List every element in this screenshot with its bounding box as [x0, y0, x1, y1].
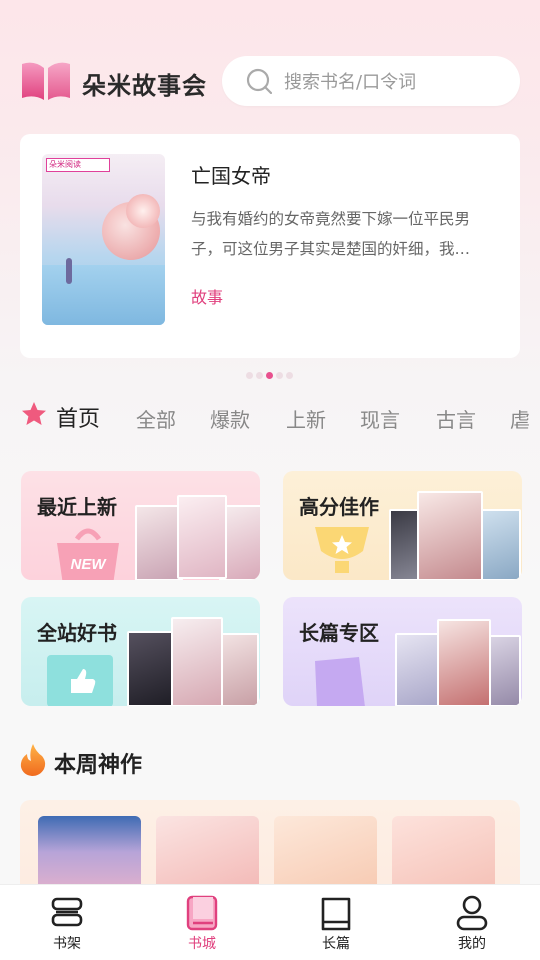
category-label: 最近上新	[37, 495, 117, 519]
nav-label: 长篇	[322, 936, 350, 952]
search-input[interactable]: 搜索书名/口令词	[222, 56, 520, 106]
category-label: 全站好书	[37, 621, 117, 645]
category-site-best[interactable]: 全站好书	[21, 597, 260, 706]
cover-brand-logo: 朵米阅读	[46, 158, 110, 172]
tab-hot[interactable]: 爆款	[210, 404, 250, 433]
carousel-indicator	[246, 372, 293, 379]
star-icon	[22, 402, 46, 425]
book-icon	[315, 657, 365, 706]
nav-label: 书架	[53, 936, 81, 952]
tab-angst[interactable]: 虐	[510, 404, 530, 433]
featured-book-tag[interactable]: 故事	[191, 284, 223, 308]
featured-book-card[interactable]: 朵米阅读 亡国女帝 与我有婚约的女帝竟然要下嫁一位平民男子，可这位男子其实是楚国…	[20, 134, 520, 358]
carousel-dot[interactable]	[256, 372, 263, 379]
book-cover	[135, 505, 183, 580]
nav-label: 书城	[188, 936, 216, 952]
book-cover	[171, 617, 223, 706]
cover-figure	[66, 258, 72, 284]
new-bag-icon: NEW	[57, 528, 119, 580]
featured-book-description: 与我有婚约的女帝竟然要下嫁一位平民男子，可这位男子其实是楚国的奸细，我…	[191, 210, 471, 258]
book-cover	[417, 491, 483, 580]
cover-sea	[42, 265, 165, 325]
search-icon	[246, 68, 272, 94]
app-title: 朵米故事会	[82, 72, 207, 100]
tab-all[interactable]: 全部	[136, 404, 176, 433]
svg-text:NEW: NEW	[71, 556, 108, 573]
nav-long-novels[interactable]: 长篇	[296, 895, 376, 953]
featured-book-title[interactable]: 亡国女帝	[191, 160, 271, 189]
carousel-dot[interactable]	[246, 372, 253, 379]
search-placeholder: 搜索书名/口令词	[284, 72, 417, 93]
thumbs-up-icon	[47, 655, 113, 706]
category-label: 长篇专区	[299, 621, 379, 645]
category-recent-new[interactable]: 最近上新 NEW	[21, 471, 260, 580]
category-high-score[interactable]: 高分佳作	[283, 471, 522, 580]
bottom-navigation: 书架 书城 长篇 我的	[0, 884, 540, 960]
tab-home[interactable]: 首页	[56, 401, 100, 433]
carousel-dot-active[interactable]	[266, 372, 273, 379]
book-cover	[479, 509, 521, 580]
book-cover	[177, 495, 227, 579]
nav-bookshelf[interactable]: 书架	[27, 895, 107, 953]
carousel-dot[interactable]	[286, 372, 293, 379]
book-icon	[321, 897, 351, 931]
fire-icon	[20, 744, 46, 776]
trophy-icon	[315, 527, 369, 573]
category-long-novels[interactable]: 长篇专区	[283, 597, 522, 706]
tab-new[interactable]: 上新	[286, 404, 326, 433]
carousel-dot[interactable]	[276, 372, 283, 379]
section-title: 本周神作	[54, 753, 143, 778]
nav-profile[interactable]: 我的	[432, 895, 512, 953]
featured-book-cover[interactable]: 朵米阅读	[42, 154, 165, 325]
user-icon	[456, 895, 488, 931]
bookshelf-icon	[51, 897, 83, 927]
category-label: 高分佳作	[299, 495, 379, 519]
app-logo-icon	[22, 62, 70, 100]
tab-modern[interactable]: 现言	[360, 404, 400, 433]
bookstore-icon	[186, 895, 218, 931]
header: 朵米故事会 搜索书名/口令词	[20, 56, 520, 108]
tab-ancient[interactable]: 古言	[436, 404, 476, 433]
category-tabs: 首页 全部 爆款 上新 现言 古言 虐	[20, 398, 540, 438]
nav-label: 我的	[458, 936, 486, 952]
nav-bookstore[interactable]: 书城	[162, 895, 242, 953]
cover-flower	[126, 194, 160, 228]
book-cover	[437, 619, 491, 706]
